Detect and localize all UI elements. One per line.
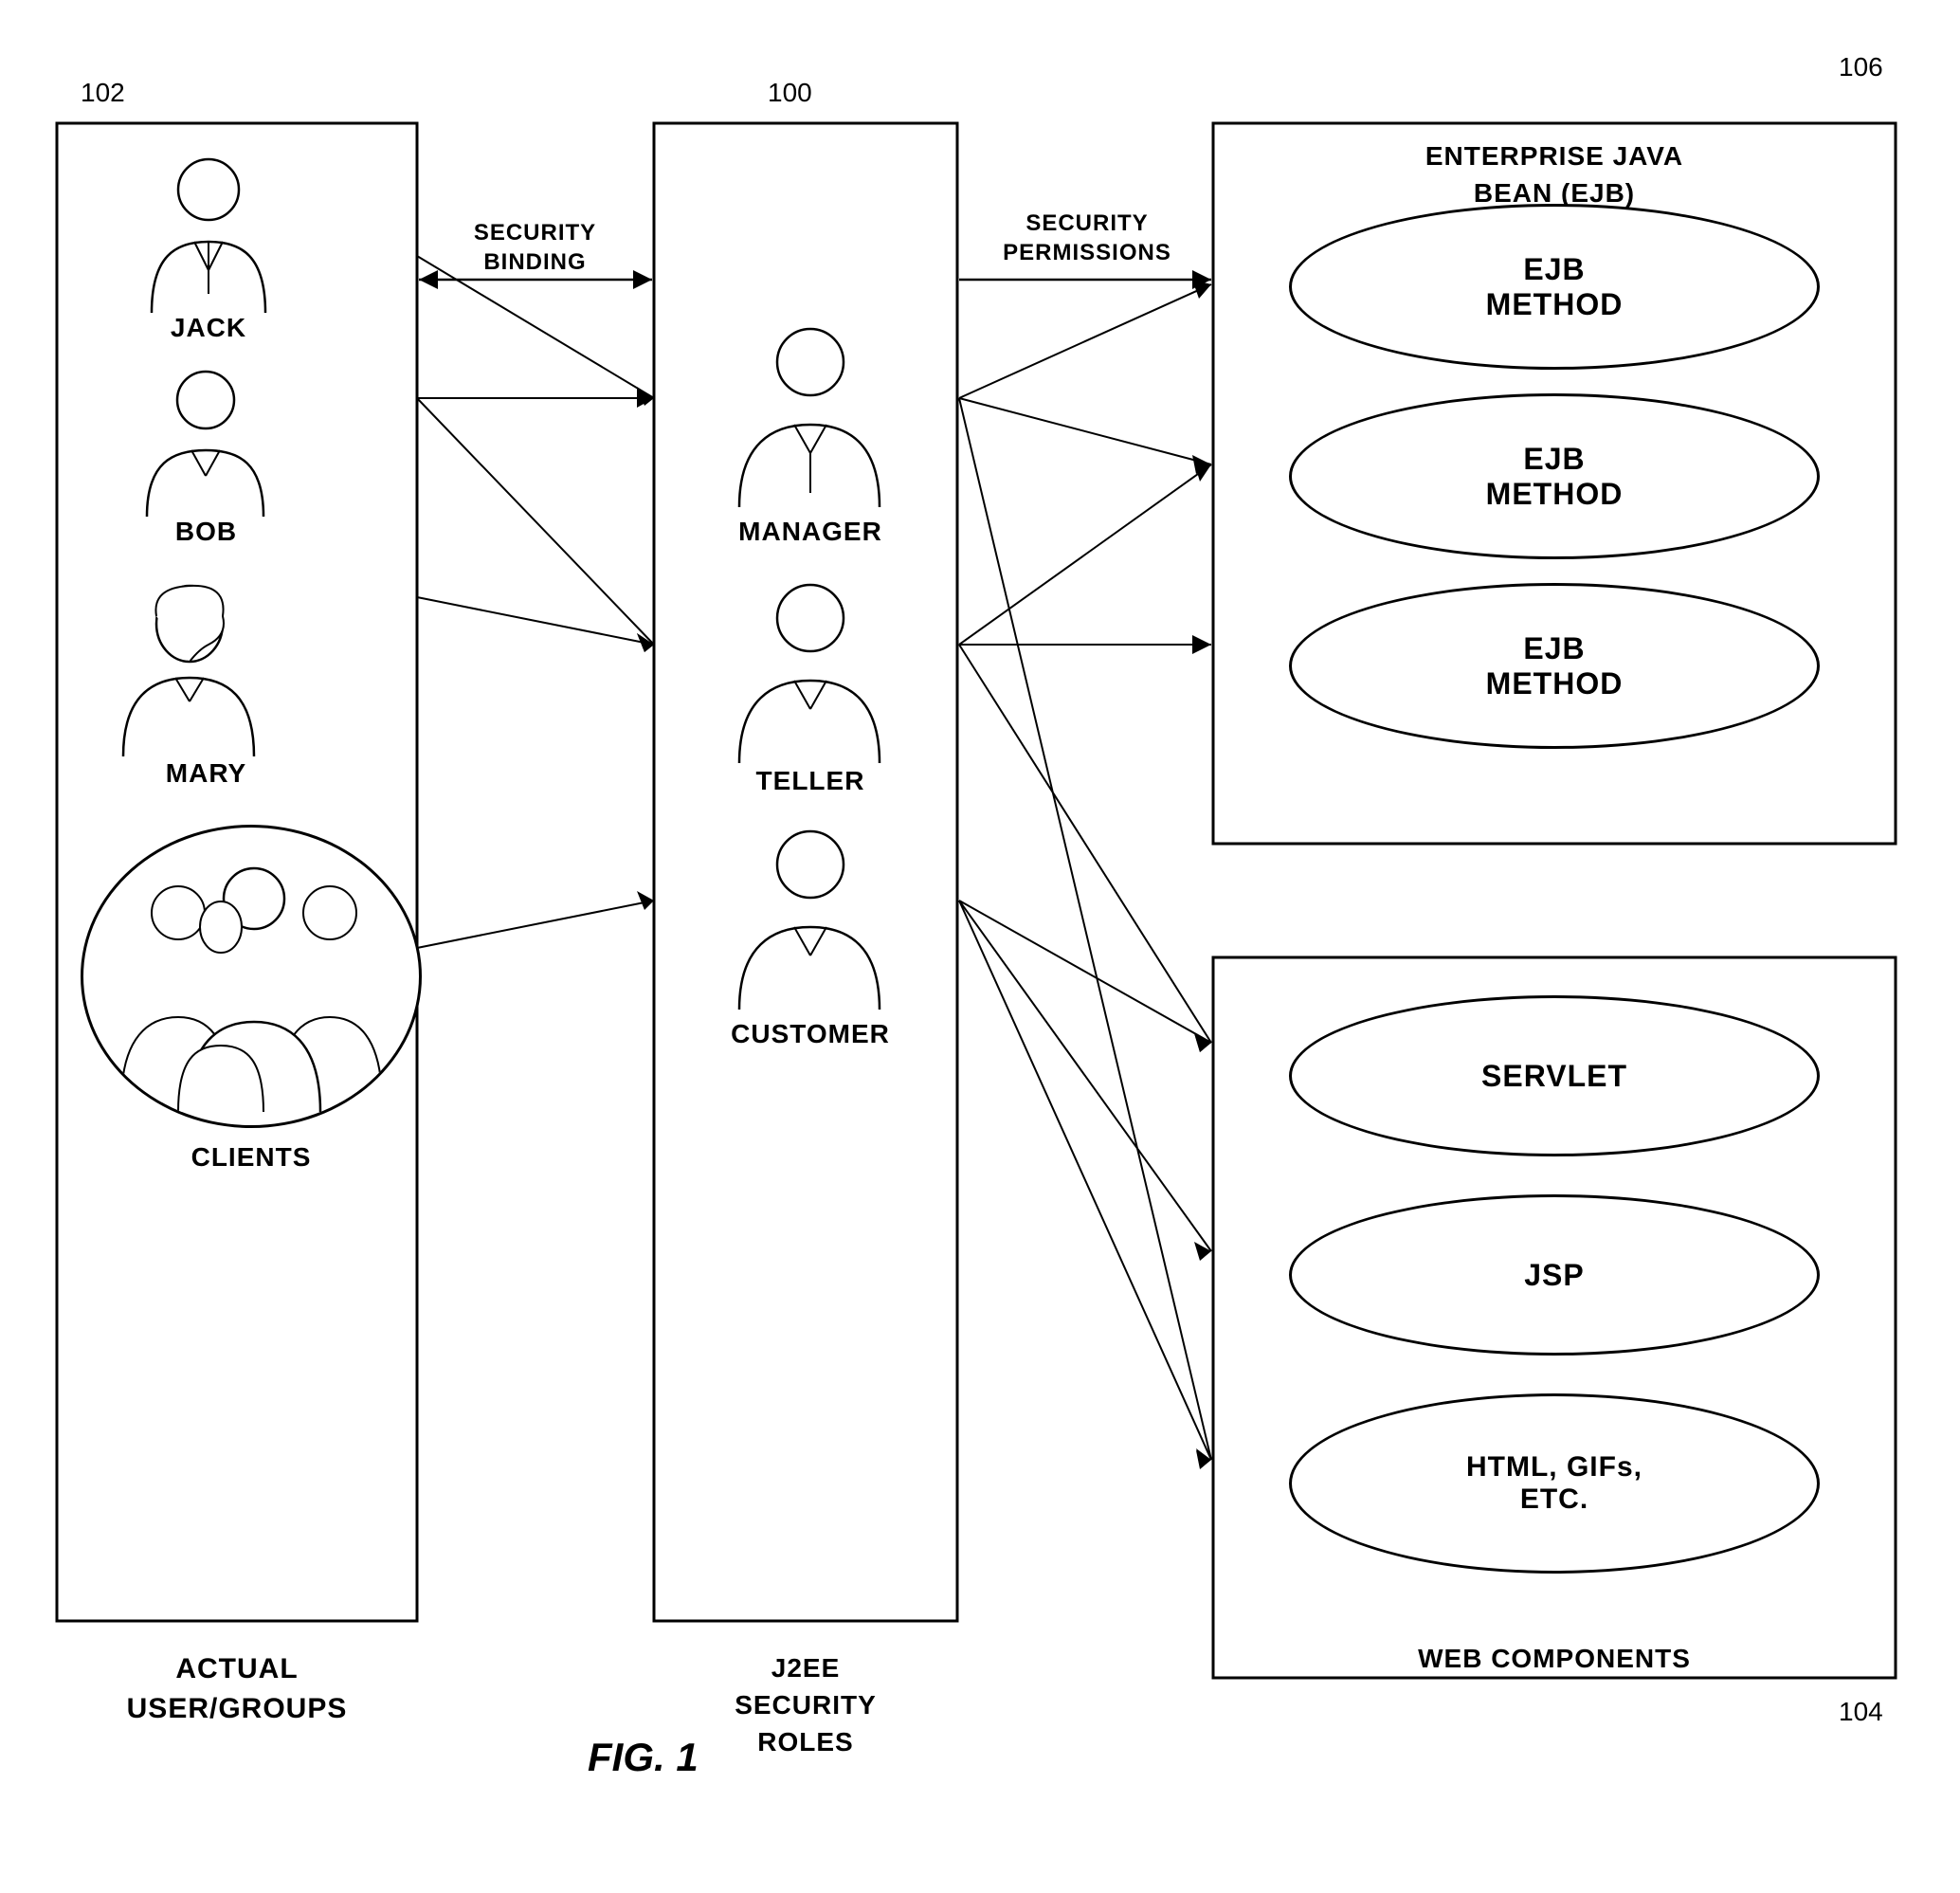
security-binding-label: SECURITYBINDING: [419, 218, 651, 277]
customer-label: CUSTOMER: [701, 1019, 919, 1049]
ejb-method-3: EJB METHOD: [1289, 583, 1820, 749]
bob-icon: [123, 360, 289, 526]
ref-106: 106: [1839, 52, 1883, 82]
jack-label: JACK: [123, 313, 294, 343]
manager-label: MANAGER: [701, 517, 919, 547]
web-box-title: WEB COMPONENTS: [1213, 1640, 1896, 1677]
jack-icon: [123, 147, 294, 322]
left-box-label: ACTUALUSER/GROUPS: [57, 1649, 417, 1729]
customer-icon: [701, 815, 919, 1019]
clients-icon: [81, 825, 422, 1128]
ejb-method-1: EJB METHOD: [1289, 204, 1820, 370]
ref-104: 104: [1839, 1697, 1883, 1727]
mary-label: MARY: [123, 758, 289, 789]
security-permissions-label: SECURITYPERMISSIONS: [959, 209, 1215, 267]
manager-icon: [701, 313, 919, 517]
servlet-ellipse: SERVLET: [1289, 995, 1820, 1156]
mary-icon: [95, 569, 284, 763]
ref-102: 102: [81, 78, 125, 108]
ejb-box-title: ENTERPRISE JAVABEAN (EJB): [1213, 137, 1896, 211]
jsp-ellipse: JSP: [1289, 1194, 1820, 1356]
fig-caption: FIG. 1: [588, 1735, 699, 1780]
diagram: 102 100 106 104 ACTUALUSER/GROUPS J2EESE…: [0, 0, 1960, 1893]
middle-box-label: J2EESECURITYROLES: [654, 1649, 957, 1761]
ref-100: 100: [768, 78, 812, 108]
html-ellipse: HTML, GIFs, ETC.: [1289, 1393, 1820, 1574]
teller-icon: [701, 569, 919, 773]
clients-label: CLIENTS: [81, 1142, 422, 1173]
bob-label: BOB: [123, 517, 289, 547]
ejb-method-2: EJB METHOD: [1289, 393, 1820, 559]
teller-label: TELLER: [701, 766, 919, 796]
